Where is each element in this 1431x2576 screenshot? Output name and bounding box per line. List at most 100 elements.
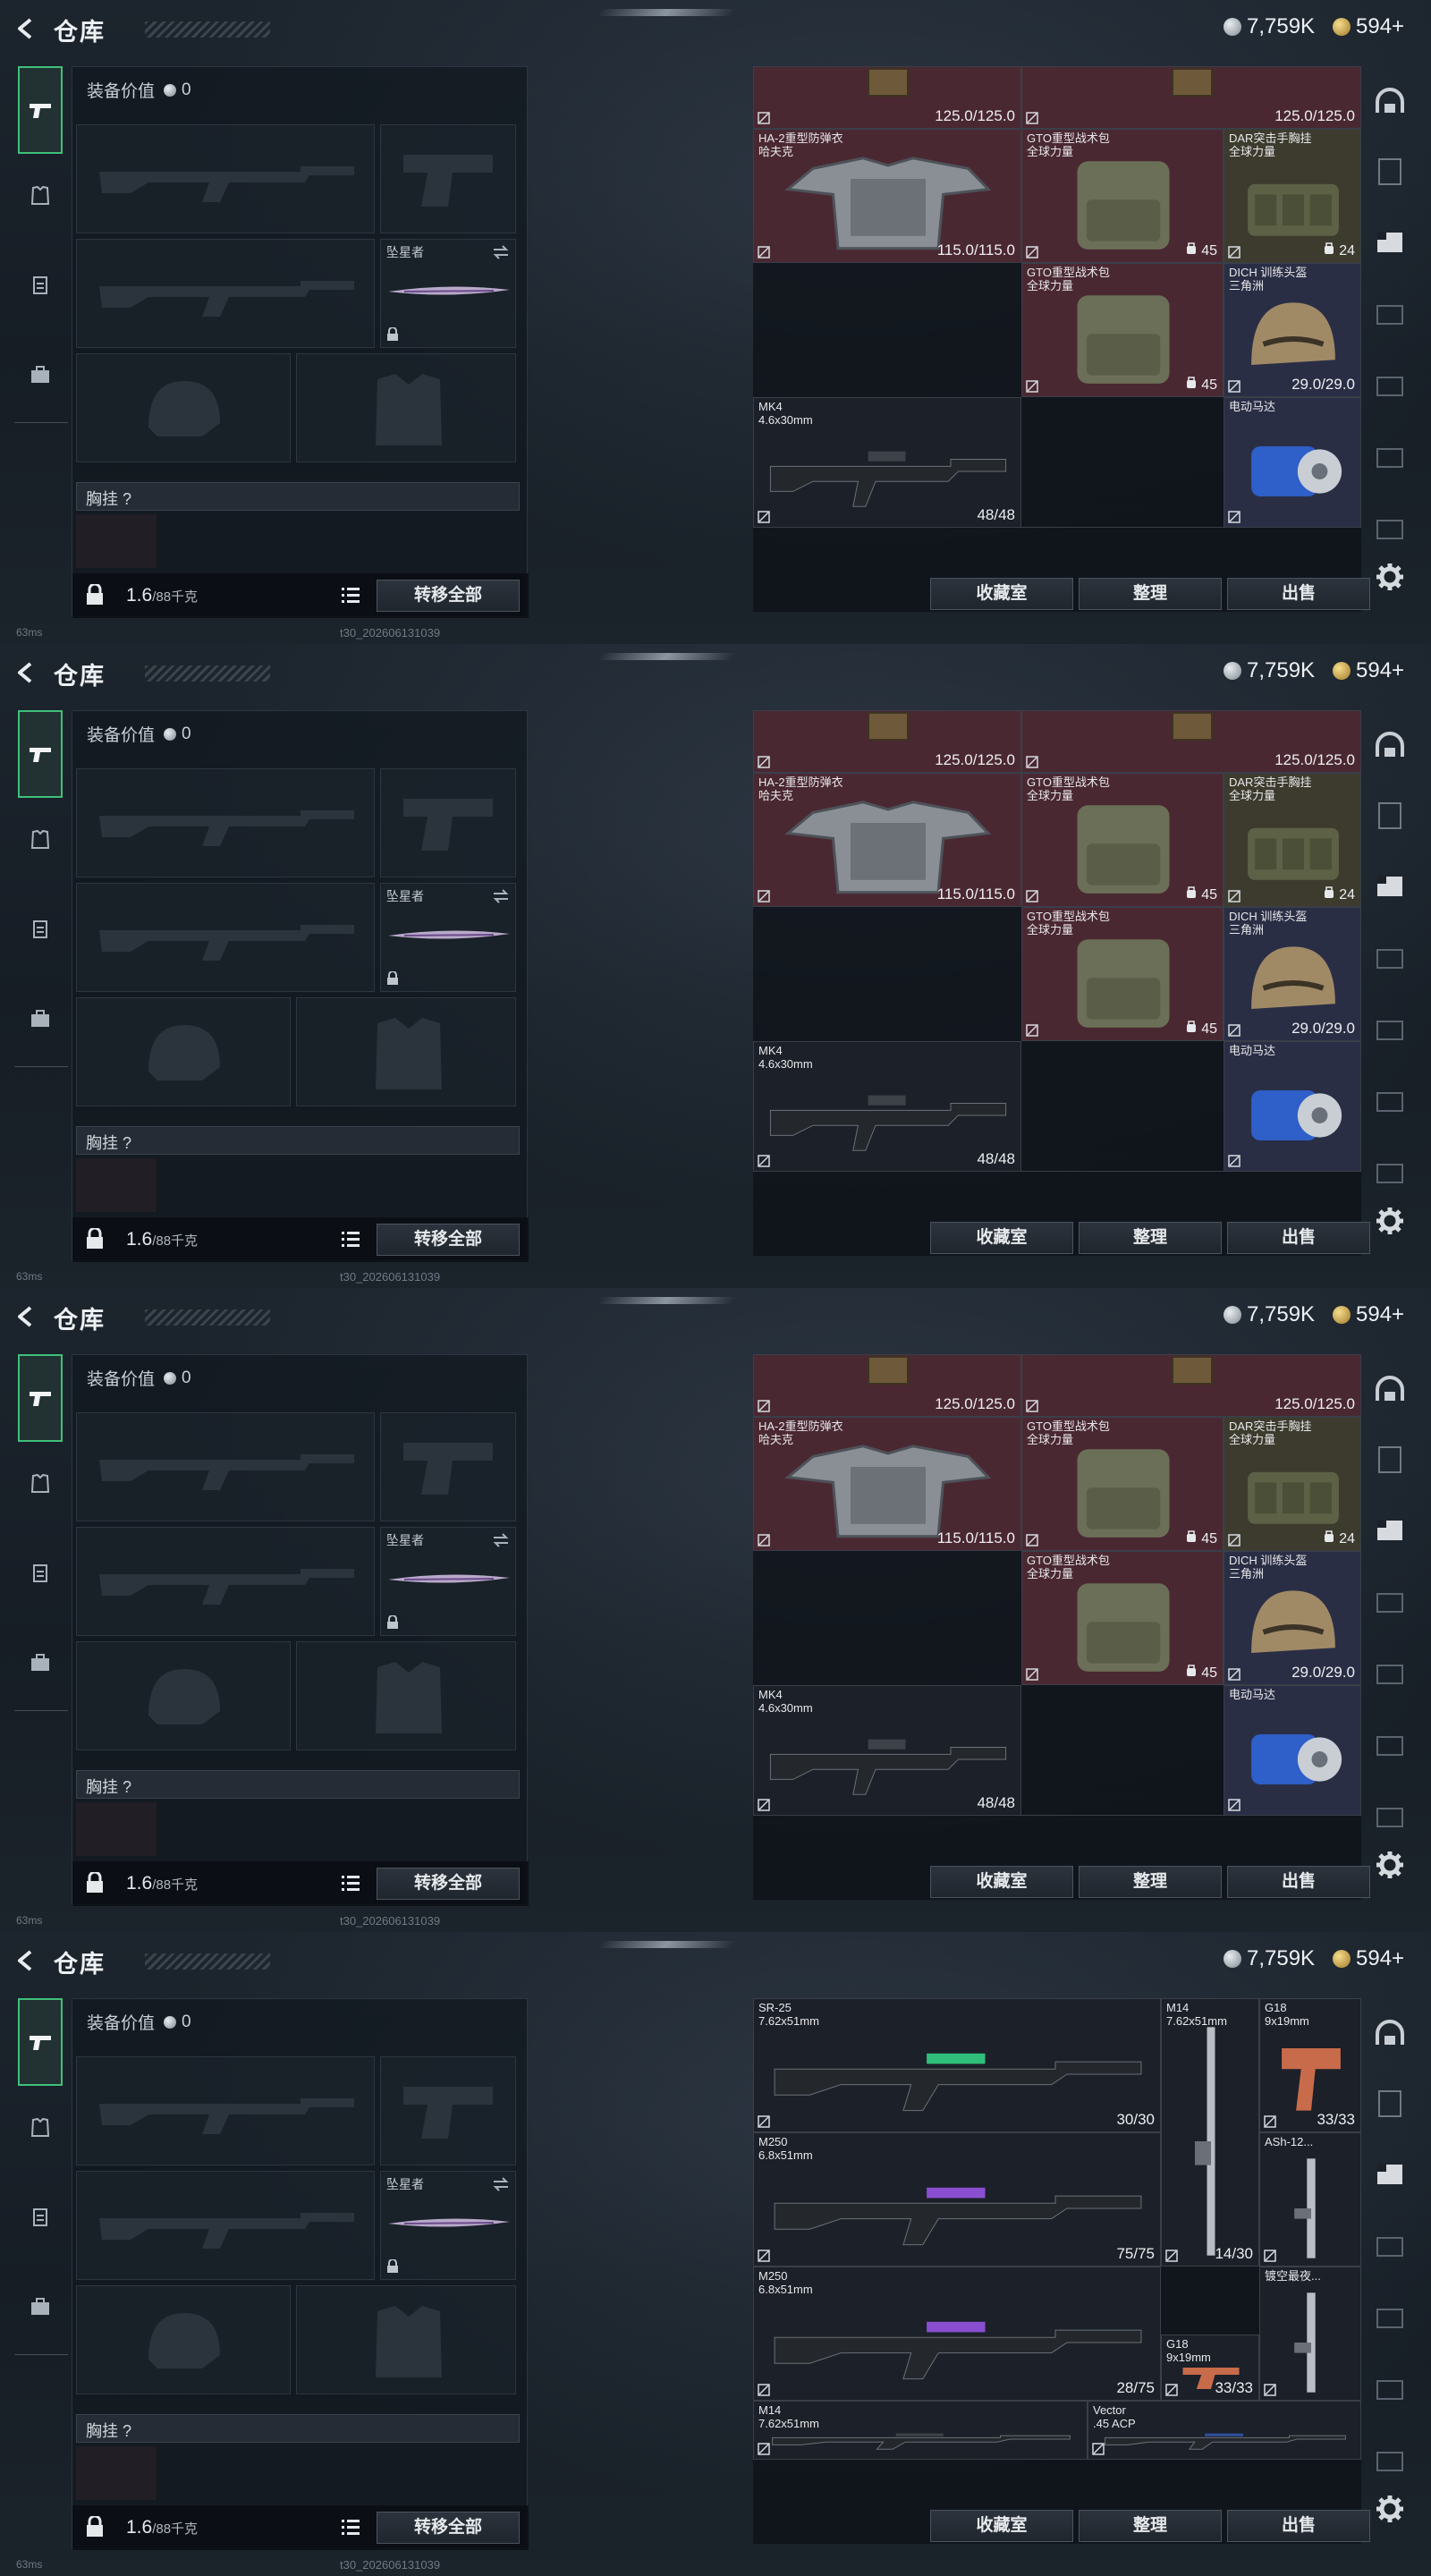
- secondary-weapon-slot[interactable]: [76, 239, 375, 348]
- storage-item[interactable]: 125.0/125.0: [753, 1354, 1021, 1417]
- rail-item-page-5[interactable]: [1372, 2302, 1415, 2334]
- tab-backpack[interactable]: [18, 996, 63, 1041]
- swap-icon[interactable]: [492, 1533, 510, 1547]
- pistol-slot[interactable]: [380, 2056, 516, 2165]
- storage-item[interactable]: 125.0/125.0: [1021, 1354, 1361, 1417]
- storage-item[interactable]: GTO重型战术包 全球力量 45: [1021, 1417, 1224, 1551]
- settings-button[interactable]: [1375, 562, 1410, 597]
- helmet-slot[interactable]: [76, 1641, 291, 1750]
- list-icon[interactable]: [341, 586, 360, 604]
- storage-item[interactable]: HA-2重型防弹衣 哈夫克 115.0/115.0: [753, 129, 1021, 263]
- silver-currency[interactable]: 7,759K: [1224, 658, 1315, 683]
- secondary-weapon-slot[interactable]: [76, 883, 375, 992]
- rail-item-page-4[interactable]: [1372, 299, 1415, 331]
- silver-currency[interactable]: 7,759K: [1224, 1302, 1315, 1327]
- helmet-slot[interactable]: [76, 2285, 291, 2394]
- rail-item-page-4[interactable]: [1372, 1587, 1415, 1619]
- primary-weapon-slot[interactable]: [76, 124, 375, 233]
- transfer-all-button[interactable]: 转移全部: [377, 2512, 520, 2544]
- rail-item-armor-page[interactable]: [1372, 1444, 1415, 1476]
- tab-chest-rig[interactable]: [18, 907, 63, 952]
- storage-item[interactable]: GTO重型战术包 全球力量 45: [1021, 129, 1224, 263]
- transfer-all-button[interactable]: 转移全部: [377, 1868, 520, 1900]
- swap-icon[interactable]: [492, 889, 510, 903]
- gold-currency[interactable]: 594+: [1333, 1302, 1404, 1327]
- storage-item[interactable]: G18 9x19mm 33/33: [1161, 2334, 1259, 2401]
- melee-slot[interactable]: 坠星者: [380, 239, 516, 348]
- rail-item-armor-page[interactable]: [1372, 2088, 1415, 2120]
- storage-item[interactable]: 125.0/125.0: [753, 66, 1021, 129]
- melee-slot[interactable]: 坠星者: [380, 883, 516, 992]
- storage-item[interactable]: M14 7.62x51mm 14/30: [1161, 1998, 1259, 2267]
- transfer-all-button[interactable]: 转移全部: [377, 1224, 520, 1256]
- chest-rig-slot[interactable]: 胸挂 ?: [76, 2414, 520, 2443]
- chest-rig-slot[interactable]: 胸挂 ?: [76, 482, 520, 511]
- tab-armor[interactable]: [18, 174, 63, 218]
- sort-button[interactable]: 整理: [1079, 1866, 1222, 1898]
- rail-item-page-5[interactable]: [1372, 1014, 1415, 1046]
- rail-item-page-3[interactable]: [1372, 871, 1415, 903]
- storage-item[interactable]: Vector .45 ACP: [1088, 2401, 1361, 2460]
- rail-item-page-6[interactable]: [1372, 1086, 1415, 1118]
- list-icon[interactable]: [341, 1230, 360, 1248]
- gold-currency[interactable]: 594+: [1333, 14, 1404, 39]
- rail-item-page-4[interactable]: [1372, 943, 1415, 975]
- secondary-weapon-slot[interactable]: [76, 2171, 375, 2280]
- rail-item-page-3[interactable]: [1372, 1515, 1415, 1547]
- storage-item[interactable]: ASh-12...: [1259, 2132, 1361, 2267]
- pistol-slot[interactable]: [380, 124, 516, 233]
- settings-button[interactable]: [1375, 1206, 1410, 1241]
- settings-button[interactable]: [1375, 2494, 1410, 2529]
- storage-item[interactable]: SR-25 7.62x51mm 30/30: [753, 1998, 1161, 2132]
- rail-item-page-7[interactable]: [1372, 1801, 1415, 1834]
- list-icon[interactable]: [341, 1874, 360, 1892]
- storage-item[interactable]: GTO重型战术包 全球力量 45: [1021, 773, 1224, 907]
- sell-button[interactable]: 出售: [1227, 1222, 1370, 1254]
- back-arrow-icon[interactable]: [13, 1304, 38, 1329]
- collection-button[interactable]: 收藏室: [930, 1866, 1073, 1898]
- rail-item-page-4[interactable]: [1372, 2231, 1415, 2263]
- rail-item-helmet-page[interactable]: [1372, 86, 1415, 118]
- tab-weapons[interactable]: [18, 1998, 63, 2086]
- storage-item[interactable]: 电动马达: [1224, 1685, 1361, 1816]
- storage-item[interactable]: G18 9x19mm 33/33: [1259, 1998, 1361, 2132]
- silver-currency[interactable]: 7,759K: [1224, 1946, 1315, 1971]
- storage-item[interactable]: 125.0/125.0: [1021, 710, 1361, 773]
- tab-chest-rig[interactable]: [18, 2195, 63, 2240]
- rail-item-page-7[interactable]: [1372, 2445, 1415, 2478]
- sort-button[interactable]: 整理: [1079, 578, 1222, 610]
- tab-backpack[interactable]: [18, 1640, 63, 1685]
- rail-item-page-7[interactable]: [1372, 1157, 1415, 1190]
- storage-item[interactable]: GTO重型战术包 全球力量 45: [1021, 1551, 1224, 1685]
- storage-item[interactable]: 电动马达: [1224, 1041, 1361, 1172]
- chest-rig-slot[interactable]: 胸挂 ?: [76, 1126, 520, 1155]
- storage-item[interactable]: M250 6.8x51mm 28/75: [753, 2267, 1161, 2401]
- helmet-slot[interactable]: [76, 353, 291, 462]
- tab-backpack[interactable]: [18, 352, 63, 397]
- rail-item-helmet-page[interactable]: [1372, 1374, 1415, 1406]
- storage-item[interactable]: 125.0/125.0: [753, 710, 1021, 773]
- back-arrow-icon[interactable]: [13, 16, 38, 41]
- rail-item-page-6[interactable]: [1372, 1730, 1415, 1762]
- collection-button[interactable]: 收藏室: [930, 2510, 1073, 2542]
- storage-item[interactable]: 镀空最夜...: [1259, 2267, 1361, 2401]
- storage-item[interactable]: HA-2重型防弹衣 哈夫克 115.0/115.0: [753, 773, 1021, 907]
- silver-currency[interactable]: 7,759K: [1224, 14, 1315, 39]
- rail-item-page-3[interactable]: [1372, 227, 1415, 259]
- sell-button[interactable]: 出售: [1227, 578, 1370, 610]
- rail-item-page-6[interactable]: [1372, 2374, 1415, 2406]
- storage-item[interactable]: GTO重型战术包 全球力量 45: [1021, 263, 1224, 397]
- storage-item[interactable]: HA-2重型防弹衣 哈夫克 115.0/115.0: [753, 1417, 1021, 1551]
- rail-item-helmet-page[interactable]: [1372, 2018, 1415, 2050]
- swap-icon[interactable]: [492, 2177, 510, 2191]
- settings-button[interactable]: [1375, 1850, 1410, 1885]
- storage-item[interactable]: MK4 4.6x30mm 48/48: [753, 397, 1021, 528]
- pistol-slot[interactable]: [380, 1412, 516, 1521]
- storage-item[interactable]: DAR突击手胸挂 全球力量 24: [1224, 773, 1361, 907]
- rail-item-helmet-page[interactable]: [1372, 730, 1415, 762]
- armor-slot[interactable]: [296, 2285, 516, 2394]
- gold-currency[interactable]: 594+: [1333, 1946, 1404, 1971]
- tab-weapons[interactable]: [18, 1354, 63, 1442]
- melee-slot[interactable]: 坠星者: [380, 2171, 516, 2280]
- armor-slot[interactable]: [296, 997, 516, 1106]
